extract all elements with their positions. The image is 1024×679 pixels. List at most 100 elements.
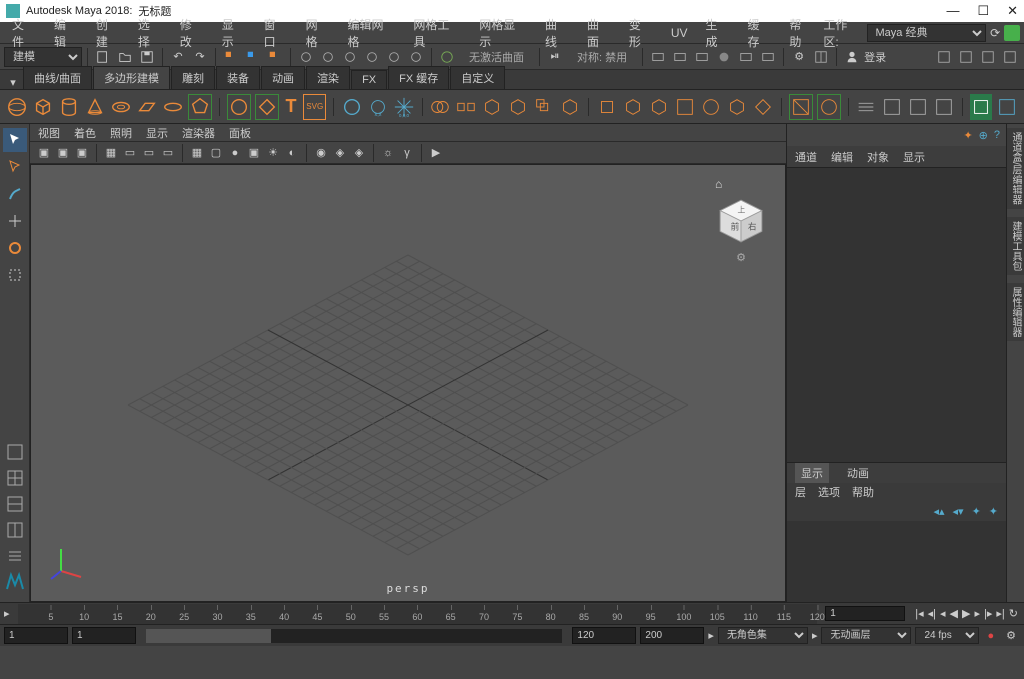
xray-joints-icon[interactable]: ◈ — [351, 145, 367, 161]
poly-pipe-icon[interactable] — [255, 94, 279, 120]
shelf-tab-rigging[interactable]: 装备 — [216, 66, 260, 89]
charset-options-icon[interactable]: ▸ — [812, 629, 818, 642]
play-back-icon[interactable]: ◀ — [950, 607, 958, 620]
save-scene-icon[interactable] — [137, 47, 157, 67]
shelf-tab-custom[interactable]: 自定义 — [450, 66, 505, 89]
current-frame-input[interactable] — [825, 606, 905, 621]
go-to-end-icon[interactable]: ▸| — [996, 607, 1004, 620]
freeze-transform-icon[interactable]: x,x — [367, 94, 389, 120]
anim-end-input[interactable] — [640, 627, 704, 644]
login-label[interactable]: 登录 — [864, 49, 886, 65]
layer-list[interactable] — [787, 521, 1006, 602]
range-options-icon[interactable]: ▸ — [708, 629, 714, 642]
panel-menu-show[interactable]: 显示 — [146, 125, 168, 141]
soft-select-icon[interactable] — [341, 94, 363, 120]
uv-editor-icon[interactable] — [996, 94, 1018, 120]
poly-pyramid-icon[interactable] — [227, 94, 251, 120]
select-hierarchy-icon[interactable] — [221, 47, 241, 67]
render-view-icon[interactable] — [736, 47, 756, 67]
merge-icon[interactable] — [674, 94, 696, 120]
use-lights-icon[interactable]: ☀ — [265, 145, 281, 161]
boolean-diff-icon[interactable] — [507, 94, 529, 120]
gate-mask-icon[interactable]: ▭ — [160, 145, 176, 161]
step-forward-icon[interactable]: ▸ — [974, 607, 980, 620]
viewport-render-icon[interactable]: ▶ — [428, 145, 444, 161]
move-layer-down-icon[interactable]: ◂▾ — [953, 505, 964, 518]
menu-surfaces[interactable]: 曲面 — [579, 14, 619, 52]
panel-menu-panels[interactable]: 面板 — [229, 125, 251, 141]
viewcube-options-icon[interactable]: ⚙ — [736, 251, 746, 264]
target-weld-icon[interactable] — [817, 94, 841, 120]
menu-uv[interactable]: UV — [663, 24, 696, 42]
play-forward-icon[interactable]: ▶ — [962, 607, 970, 620]
lock-icon[interactable] — [1004, 25, 1020, 41]
multi-cut-icon[interactable] — [789, 94, 813, 120]
crease-icon[interactable] — [933, 94, 955, 120]
exposure-icon[interactable]: ☼ — [380, 145, 396, 161]
new-scene-icon[interactable] — [93, 47, 113, 67]
four-pane-layout[interactable] — [3, 466, 27, 490]
timeline-ruler[interactable]: 5101520253035404550556065707580859095100… — [18, 604, 818, 624]
toggle-outliner-icon[interactable] — [934, 47, 954, 67]
xgen-icon[interactable]: ⚙ — [789, 47, 809, 67]
two-pane-v-layout[interactable] — [3, 518, 27, 542]
home-icon[interactable]: ⌂ — [715, 177, 722, 191]
shelf-tab-sculpt[interactable]: 雕刻 — [171, 66, 215, 89]
bevel-icon[interactable] — [648, 94, 670, 120]
camera-bookmark-icon[interactable]: ▣ — [55, 145, 71, 161]
snap-view-icon[interactable] — [406, 47, 426, 67]
shadows-icon[interactable]: ◐ — [284, 145, 300, 161]
layer-menu-layers[interactable]: 层 — [795, 484, 806, 500]
fill-hole-icon[interactable] — [726, 94, 748, 120]
step-back-icon[interactable]: ◂ — [940, 607, 946, 620]
shelf-tab-fx[interactable]: FX — [351, 70, 387, 89]
timeline-options-icon[interactable]: ▸ — [0, 607, 14, 620]
new-empty-layer-icon[interactable]: ✦ — [972, 505, 981, 518]
shelf-tab-curves[interactable]: 曲线/曲面 — [23, 66, 92, 89]
toggle-attribute-icon[interactable] — [956, 47, 976, 67]
layer-tab-display[interactable]: 显示 — [795, 463, 829, 483]
grid-icon[interactable]: ▦ — [189, 145, 205, 161]
resolution-gate-icon[interactable]: ▭ — [141, 145, 157, 161]
poly-sphere-icon[interactable] — [6, 94, 28, 120]
layer-menu-options[interactable]: 选项 — [818, 484, 840, 500]
ipr-render-icon[interactable] — [670, 47, 690, 67]
tab-object[interactable]: 对象 — [867, 149, 889, 165]
poly-platonic-icon[interactable] — [188, 94, 212, 120]
camera-select-icon[interactable]: ▣ — [36, 145, 52, 161]
smooth-icon[interactable] — [559, 94, 581, 120]
panel-menu-shading[interactable]: 着色 — [74, 125, 96, 141]
shelf-options-icon[interactable]: ▾ — [4, 76, 22, 89]
open-scene-icon[interactable] — [115, 47, 135, 67]
menuset-dropdown[interactable]: 建模 — [4, 47, 82, 67]
vtab-modeling-toolkit[interactable]: 建模工具包 — [1007, 217, 1024, 275]
paint-select-tool[interactable] — [3, 182, 27, 206]
snap-live-icon[interactable] — [384, 47, 404, 67]
lasso-tool[interactable] — [3, 155, 27, 179]
two-pane-layout[interactable] — [3, 492, 27, 516]
poly-svg-icon[interactable]: SVG — [303, 94, 326, 120]
select-tool[interactable] — [3, 128, 27, 152]
snap-grid-icon[interactable] — [296, 47, 316, 67]
menu-mesh-display[interactable]: 网格显示 — [471, 14, 535, 52]
isolate-select-icon[interactable]: ◉ — [313, 145, 329, 161]
toggle-channel-icon[interactable] — [1000, 47, 1020, 67]
panel-menu-view[interactable]: 视图 — [38, 125, 60, 141]
xray-icon[interactable]: ◈ — [332, 145, 348, 161]
wireframe-icon[interactable]: ▢ — [208, 145, 224, 161]
step-forward-key-icon[interactable]: |▸ — [984, 607, 992, 620]
render-icon[interactable] — [648, 47, 668, 67]
shelf-tab-animation[interactable]: 动画 — [261, 66, 305, 89]
mirror-icon[interactable] — [700, 94, 722, 120]
playback-start-input[interactable] — [72, 627, 136, 644]
collapse-icon[interactable] — [752, 94, 774, 120]
gamma-icon[interactable]: γ — [399, 145, 415, 161]
single-pane-layout[interactable] — [3, 440, 27, 464]
workspace-dropdown[interactable]: Maya 经典 — [867, 24, 987, 42]
move-tool[interactable] — [3, 209, 27, 233]
insert-edge-icon[interactable] — [855, 94, 877, 120]
outliner-layout[interactable] — [3, 544, 27, 568]
history-on-icon[interactable]: ⏯ — [545, 47, 565, 67]
image-plane-icon[interactable]: ▦ — [103, 145, 119, 161]
select-object-icon[interactable] — [243, 47, 263, 67]
